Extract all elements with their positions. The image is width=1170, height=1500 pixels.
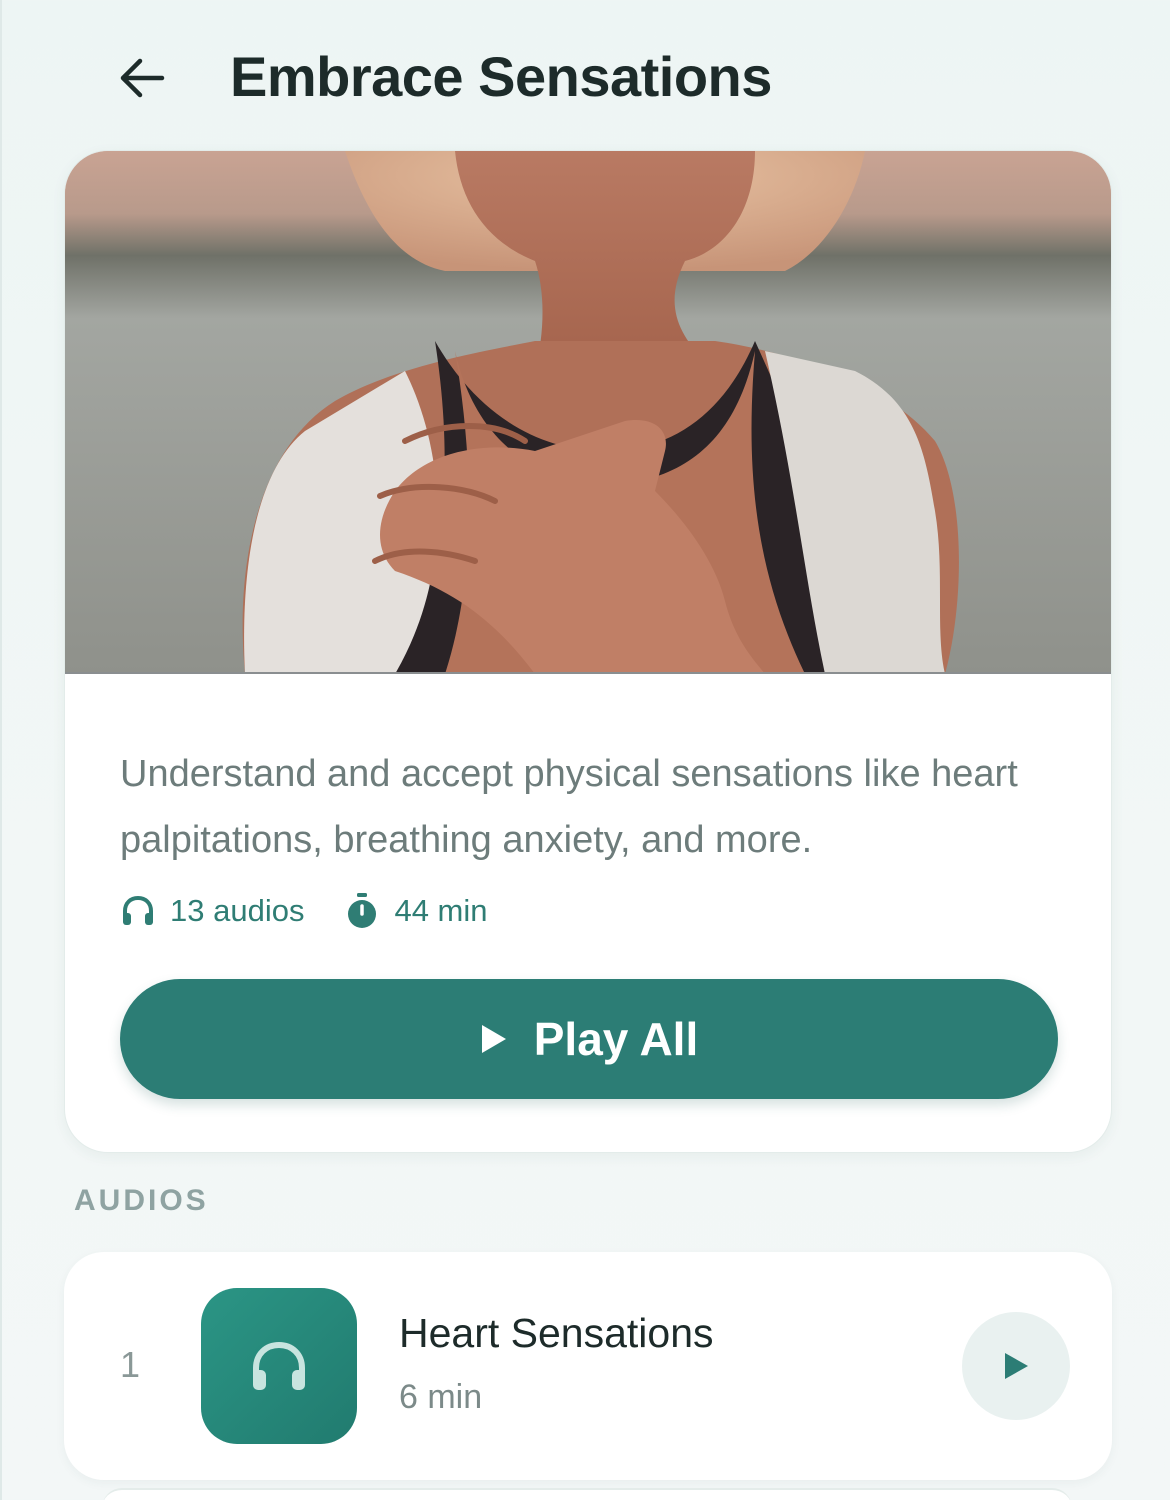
- total-duration: 44 min: [344, 892, 488, 930]
- audio-thumbnail: [201, 1288, 357, 1444]
- headphones-icon: [123, 895, 153, 925]
- audio-duration: 6 min: [399, 1378, 483, 1416]
- collection-description: Understand and accept physical sensation…: [120, 753, 1018, 861]
- hero-image: [65, 151, 1111, 674]
- collection-meta: 13 audios 44 min: [120, 886, 528, 936]
- collection-card: Understand and accept physical sensation…: [64, 150, 1112, 1153]
- next-list-item-edge: [102, 1488, 1072, 1500]
- audios-count-label: 13 audios: [170, 893, 305, 928]
- total-duration-label: 44 min: [394, 893, 488, 928]
- audio-play-button[interactable]: [962, 1312, 1070, 1420]
- stopwatch-icon: [348, 893, 377, 928]
- audio-index: 1: [120, 1344, 141, 1385]
- play-all-button[interactable]: Play All: [120, 979, 1058, 1099]
- header: Embrace Sensations: [2, 0, 1170, 150]
- play-icon: [481, 1025, 506, 1053]
- headphones-icon: [253, 1341, 305, 1390]
- page-title: Embrace Sensations: [230, 45, 772, 108]
- arrow-left-icon: [120, 58, 165, 98]
- audios-count: 13 audios: [120, 893, 304, 929]
- play-all-label: Play All: [533, 1013, 699, 1065]
- list-item[interactable]: 1 Heart Sensations 6 min: [64, 1252, 1112, 1480]
- back-button[interactable]: [110, 46, 174, 110]
- section-label-audios: AUDIOS: [74, 1184, 209, 1217]
- play-icon: [1005, 1353, 1028, 1379]
- audio-title: Heart Sensations: [399, 1310, 714, 1356]
